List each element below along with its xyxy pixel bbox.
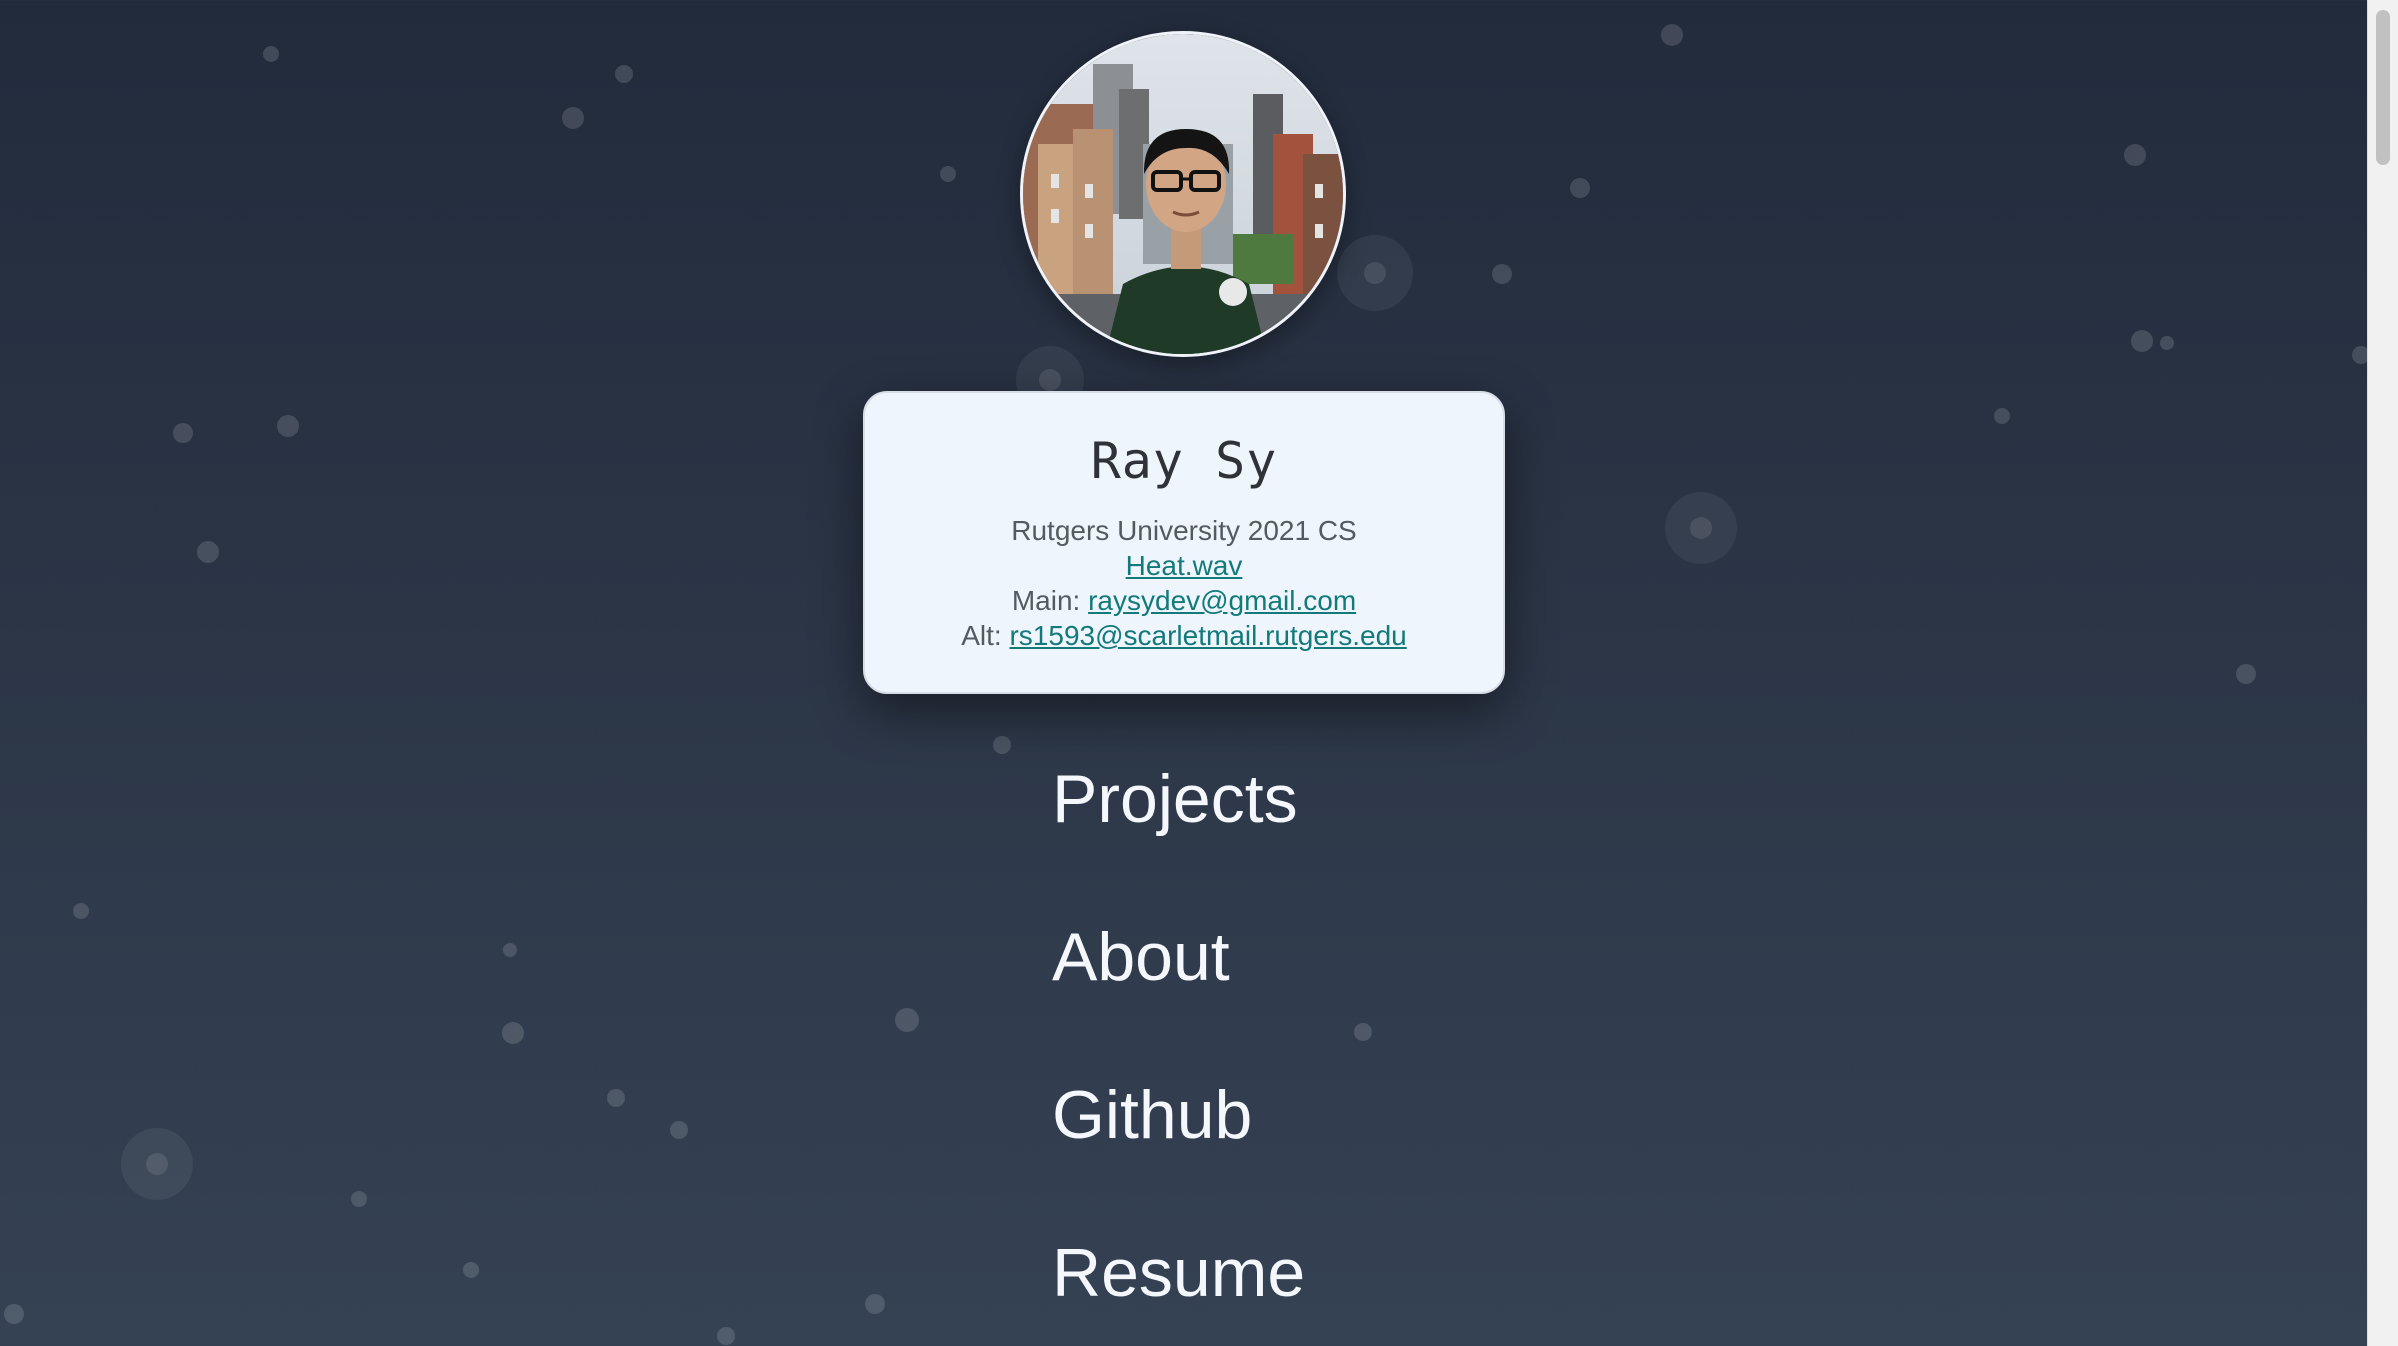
scrollbar-thumb[interactable] bbox=[2376, 10, 2390, 165]
alt-email-label: Alt: bbox=[961, 620, 1002, 651]
profile-card: Ray Sy Rutgers University 2021 CS Heat.w… bbox=[863, 391, 1505, 694]
profile-photo bbox=[1023, 34, 1343, 354]
alt-email-line: Alt: rs1593@scarletmail.rutgers.edu bbox=[865, 618, 1503, 653]
profile-details: Rutgers University 2021 CS Heat.wav Main… bbox=[865, 513, 1503, 653]
heatwav-link[interactable]: Heat.wav bbox=[1126, 550, 1243, 581]
nav-github-link[interactable]: Github bbox=[1052, 1071, 1305, 1229]
nav-about-link[interactable]: About bbox=[1052, 913, 1305, 1071]
nav-resume-link[interactable]: Resume bbox=[1052, 1229, 1305, 1346]
main-email-link[interactable]: raysydev@gmail.com bbox=[1088, 585, 1356, 616]
main-email-label: Main: bbox=[1011, 585, 1081, 616]
nav-projects-link[interactable]: Projects bbox=[1052, 755, 1305, 913]
page-scrollbar[interactable] bbox=[2367, 0, 2398, 1346]
profile-avatar bbox=[1020, 31, 1346, 357]
alt-email-link[interactable]: rs1593@scarletmail.rutgers.edu bbox=[1009, 620, 1406, 651]
school-line: Rutgers University 2021 CS bbox=[1011, 515, 1357, 546]
profile-name: Ray Sy bbox=[1090, 432, 1278, 490]
main-email-line: Main: raysydev@gmail.com bbox=[865, 583, 1503, 618]
main-nav: Projects About Github Resume bbox=[1052, 755, 1305, 1346]
